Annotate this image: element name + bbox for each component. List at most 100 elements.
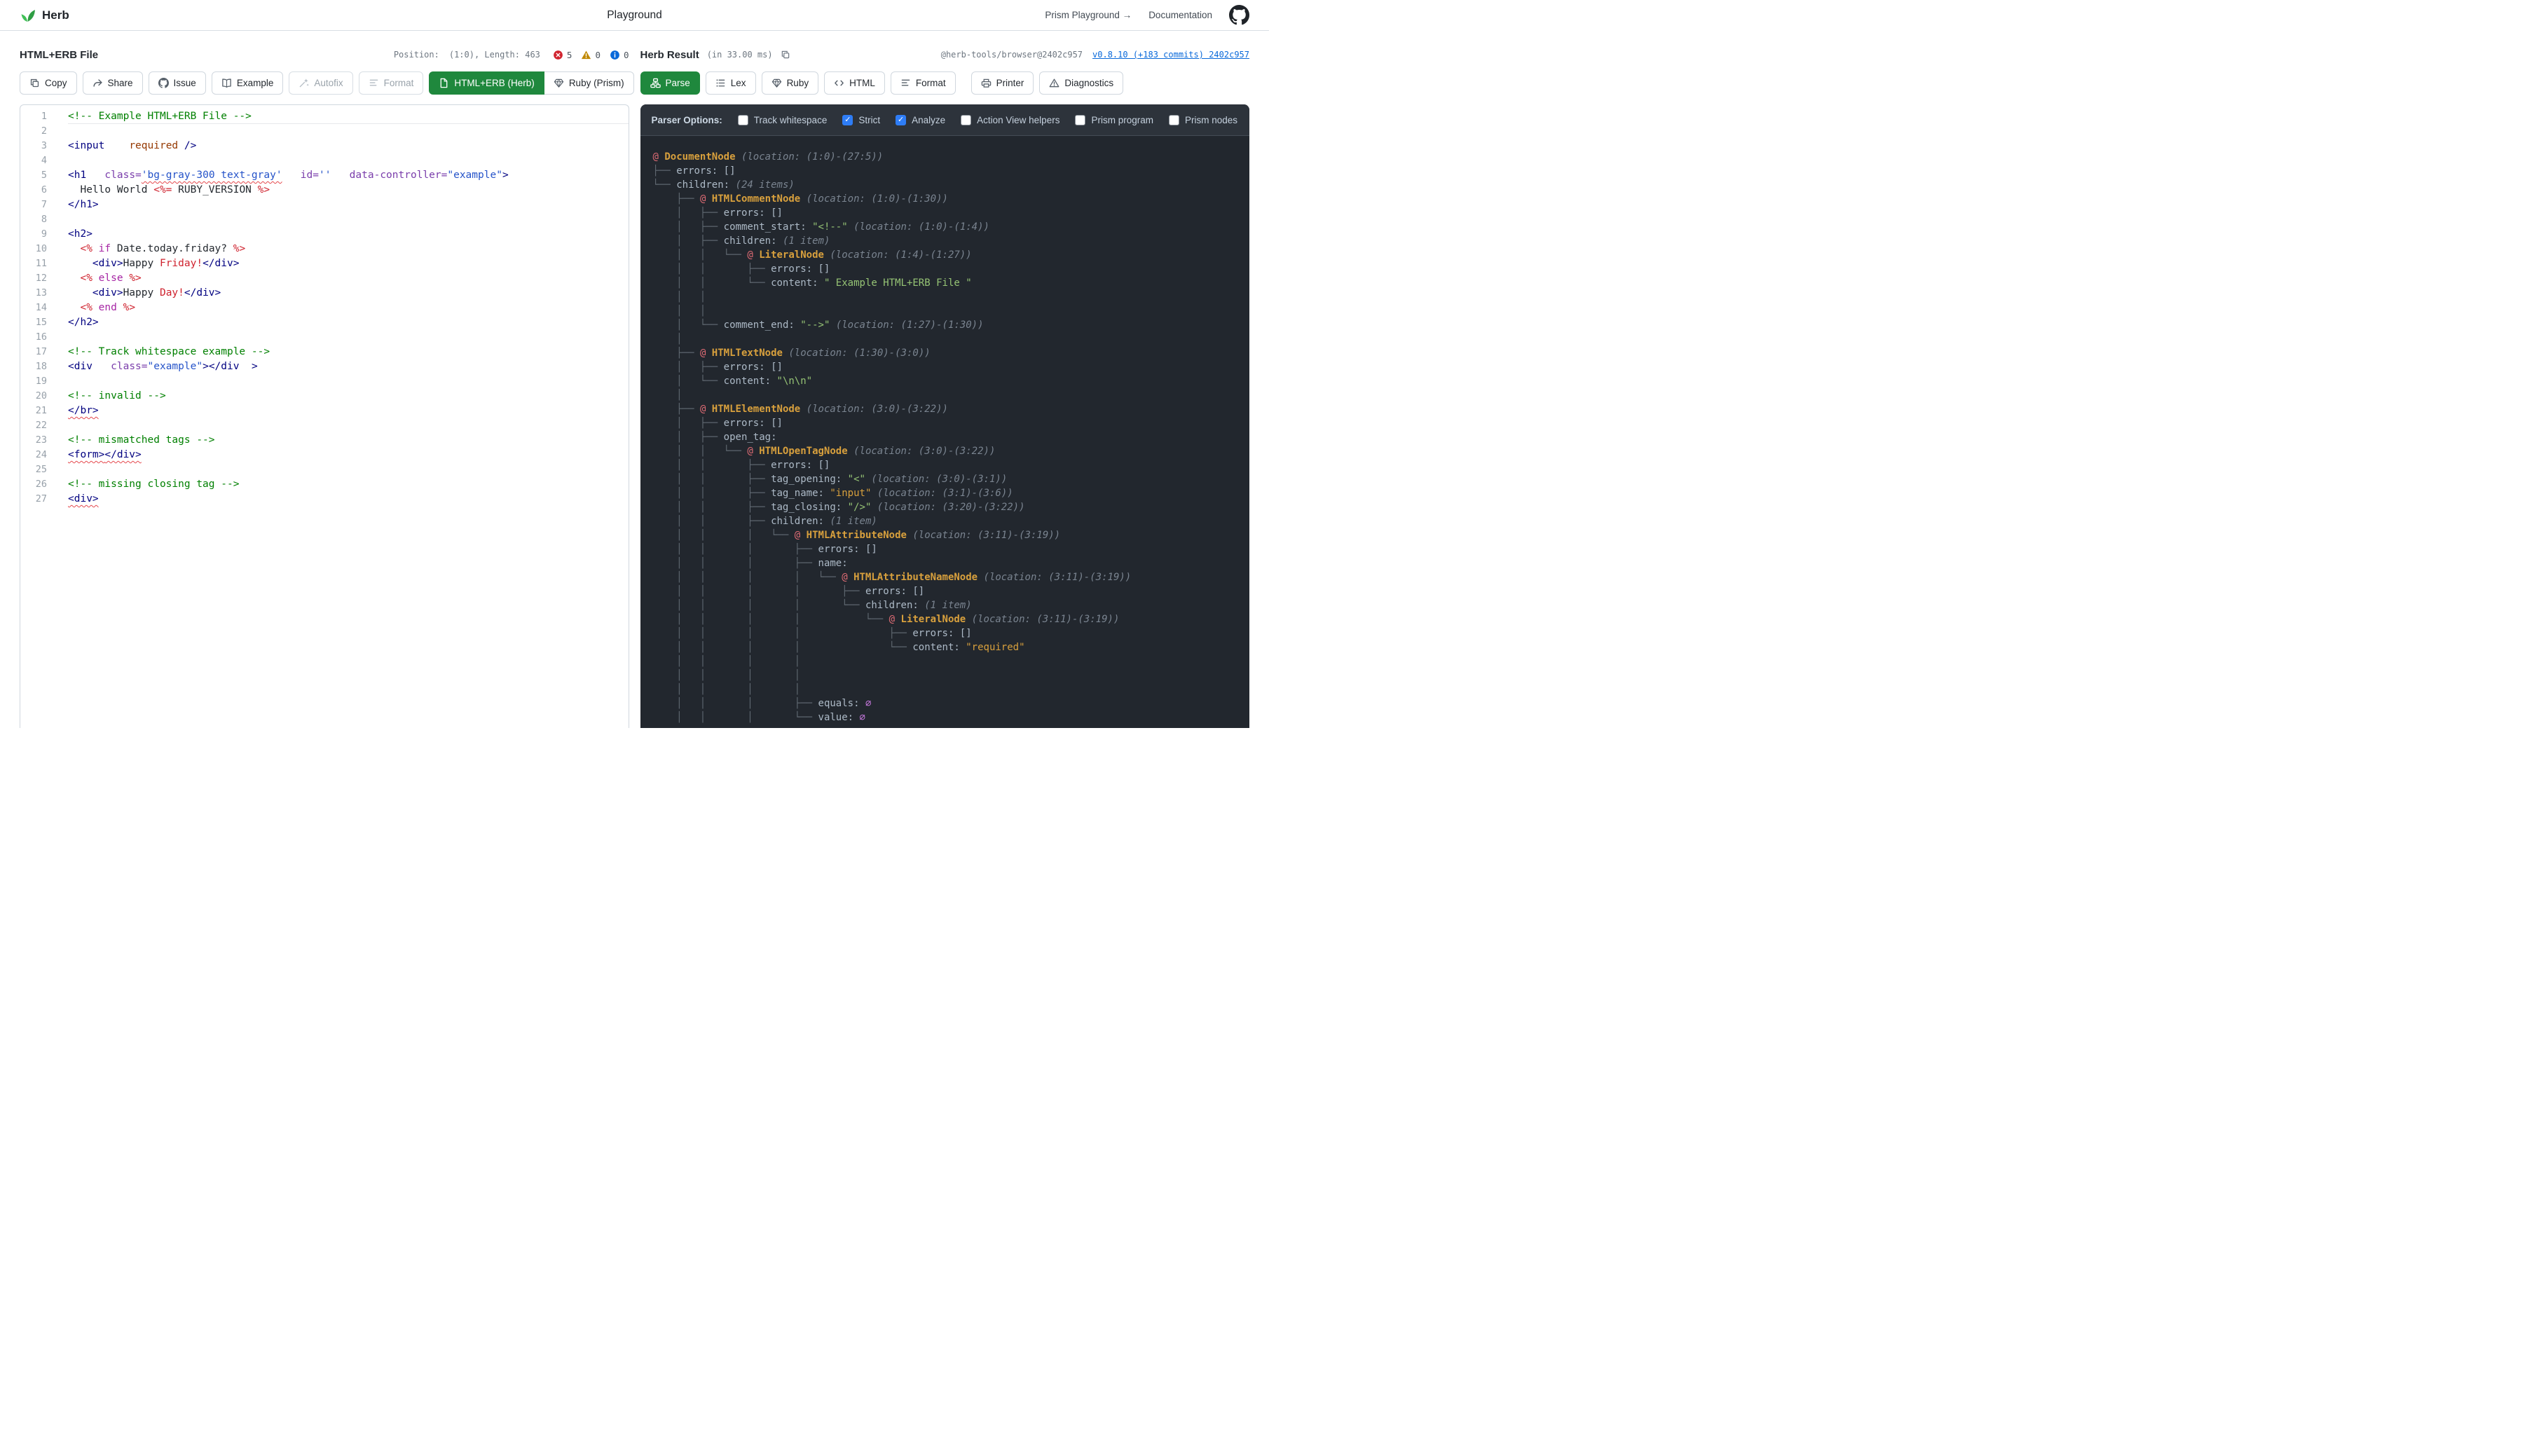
tree-line: │ <box>653 332 1237 346</box>
line-number: 14 <box>20 301 58 315</box>
info-icon <box>610 50 620 60</box>
code-area[interactable]: <!-- Example HTML+ERB File --> <input re… <box>58 105 629 728</box>
code-line[interactable] <box>68 462 629 477</box>
line-number: 10 <box>20 242 58 256</box>
tree-line: │ │ └── content: " Example HTML+ERB File… <box>653 276 1237 290</box>
share-button[interactable]: Share <box>83 71 143 95</box>
code-line[interactable]: <!-- Track whitespace example --> <box>68 345 629 359</box>
parser-option-prism-program[interactable]: Prism program <box>1075 115 1153 125</box>
parse-button[interactable]: Parse <box>640 71 700 95</box>
code-line[interactable]: <input required /> <box>68 139 629 153</box>
tree-line: │ ├── errors: [] <box>653 206 1237 220</box>
code-line[interactable] <box>68 418 629 433</box>
tree-line: │ ├── errors: [] <box>653 416 1237 430</box>
line-number: 6 <box>20 183 58 198</box>
brand-logo: Herb <box>20 7 69 23</box>
checkbox-action-view-helpers[interactable] <box>961 115 971 125</box>
line-number: 25 <box>20 462 58 477</box>
line-number: 12 <box>20 271 58 286</box>
tab-ruby-prism[interactable]: Ruby (Prism) <box>544 71 634 95</box>
html-button[interactable]: HTML <box>824 71 885 95</box>
share-icon <box>92 78 103 88</box>
parser-option-analyze[interactable]: Analyze <box>896 115 945 125</box>
code-line[interactable]: <div>Happy Friday!</div> <box>68 256 629 271</box>
tree-line: ├── @ HTMLTextNode (location: (1:30)-(3:… <box>653 346 1237 360</box>
code-line[interactable]: <!-- mismatched tags --> <box>68 433 629 448</box>
result-header-right: @herb-tools/browser@2402c957 v0.8.10 (+1… <box>941 50 1249 60</box>
error-icon <box>553 50 563 60</box>
code-line[interactable]: <!-- Example HTML+ERB File --> <box>68 109 629 124</box>
code-line[interactable]: <% end %> <box>68 301 629 315</box>
code-line[interactable]: <div>Happy Day!</div> <box>68 286 629 301</box>
code-line[interactable]: <form></div> <box>68 448 629 462</box>
parser-option-strict[interactable]: Strict <box>842 115 880 125</box>
checkbox-track-whitespace[interactable] <box>738 115 748 125</box>
issue-button[interactable]: Issue <box>149 71 206 95</box>
parser-option-prism-nodes[interactable]: Prism nodes <box>1169 115 1237 125</box>
tree-line: │ │ ├── children: (1 item) <box>653 514 1237 528</box>
nav-link-documentation[interactable]: Documentation <box>1148 10 1212 20</box>
navbar-links: Prism Playground → Documentation <box>1045 5 1249 25</box>
autofix-button: Autofix <box>289 71 352 95</box>
copy-button[interactable]: Copy <box>20 71 77 95</box>
code-line[interactable]: <h2> <box>68 227 629 242</box>
ruby-button[interactable]: Ruby <box>762 71 819 95</box>
position-value: (1:0), Length: 463 <box>449 50 540 60</box>
line-number: 1 <box>20 109 58 124</box>
code-line[interactable]: Hello World <%= RUBY_VERSION %> <box>68 183 629 198</box>
copy-result-button[interactable] <box>781 50 790 60</box>
checkbox-prism-program[interactable] <box>1075 115 1085 125</box>
tree-line: │ └── comment_end: "-->" (location: (1:2… <box>653 318 1237 332</box>
line-number: 9 <box>20 227 58 242</box>
page-title: Playground <box>607 9 661 22</box>
code-line[interactable] <box>68 153 629 168</box>
code-line[interactable] <box>68 212 629 227</box>
code-line[interactable]: </h1> <box>68 198 629 212</box>
github-link[interactable] <box>1229 5 1249 25</box>
code-line[interactable]: <!-- missing closing tag --> <box>68 477 629 492</box>
parser-options-label: Parser Options: <box>652 115 722 125</box>
gem-icon <box>554 78 564 88</box>
line-number: 20 <box>20 389 58 404</box>
result-title: Herb Result <box>640 49 699 61</box>
editor[interactable]: 1234567891011121314151617181920212223242… <box>20 104 629 728</box>
line-number: 18 <box>20 359 58 374</box>
tree-line: │ │ │ │ └── @ HTMLAttributeNameNode (loc… <box>653 570 1237 584</box>
format-button: Format <box>359 71 424 95</box>
file-icon <box>439 78 449 88</box>
github-icon <box>158 78 169 88</box>
nav-link-prism-playground[interactable]: Prism Playground → <box>1045 10 1132 20</box>
line-number: 7 <box>20 198 58 212</box>
tree-line: │ │ ├── tag_name: "input" (location: (3:… <box>653 486 1237 500</box>
checkbox-prism-nodes[interactable] <box>1169 115 1179 125</box>
diagnostics-button[interactable]: Diagnostics <box>1039 71 1123 95</box>
lex-button[interactable]: Lex <box>706 71 756 95</box>
tree-line: │ │ │ ├── equals: ∅ <box>653 696 1237 710</box>
code-line[interactable]: <% else %> <box>68 271 629 286</box>
main: HTML+ERB File Position: (1:0), Length: 4… <box>0 31 1269 728</box>
result-header: Herb Result (in 33.00 ms) @herb-tools/br… <box>640 48 1250 62</box>
code-line[interactable]: </br> <box>68 404 629 418</box>
version-link[interactable]: v0.8.10 (+183 commits) 2402c957 <box>1092 50 1249 60</box>
tab-html-erb-herb[interactable]: HTML+ERB (Herb) <box>429 71 544 95</box>
format-button[interactable]: Format <box>891 71 956 95</box>
tree-line: @ DocumentNode (location: (1:0)-(27:5)) <box>653 150 1237 164</box>
line-number: 16 <box>20 330 58 345</box>
code-line[interactable]: <div> <box>68 492 629 507</box>
printer-button[interactable]: Printer <box>971 71 1034 95</box>
code-line[interactable] <box>68 374 629 389</box>
code-line[interactable]: <!-- invalid --> <box>68 389 629 404</box>
parser-option-track-whitespace[interactable]: Track whitespace <box>738 115 828 125</box>
checkbox-strict[interactable] <box>842 115 853 125</box>
code-line[interactable]: <div class="example"></div > <box>68 359 629 374</box>
example-button[interactable]: Example <box>212 71 284 95</box>
code-line[interactable]: <h1 class='bg-gray-300 text-gray' id='' … <box>68 168 629 183</box>
code-line[interactable]: </h2> <box>68 315 629 330</box>
code-line[interactable]: <% if Date.today.friday? %> <box>68 242 629 256</box>
line-number: 5 <box>20 168 58 183</box>
parser-option-action-view-helpers[interactable]: Action View helpers <box>961 115 1059 125</box>
checkbox-analyze[interactable] <box>896 115 906 125</box>
code-line[interactable] <box>68 124 629 139</box>
code-line[interactable] <box>68 330 629 345</box>
tree-line: │ │ <box>653 304 1237 318</box>
